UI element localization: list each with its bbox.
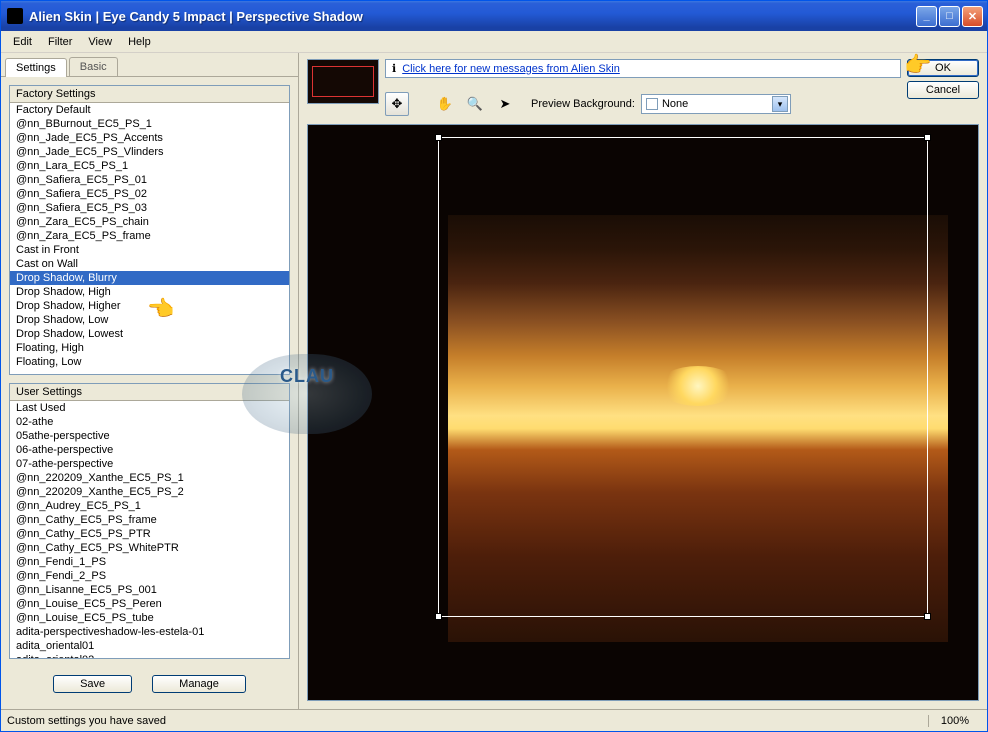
list-item[interactable]: @nn_BBurnout_EC5_PS_1 — [10, 117, 289, 131]
app-icon — [7, 8, 23, 24]
selection-box[interactable] — [438, 137, 928, 617]
list-item[interactable]: adita-perspectiveshadow-les-estela-01 — [10, 625, 289, 639]
list-item[interactable]: @nn_Louise_EC5_PS_Peren — [10, 597, 289, 611]
factory-settings-header: Factory Settings — [10, 86, 289, 103]
manage-button[interactable]: Manage — [152, 675, 246, 693]
window-title: Alien Skin | Eye Candy 5 Impact | Perspe… — [29, 9, 916, 24]
status-text: Custom settings you have saved — [7, 715, 928, 727]
handle-br[interactable] — [924, 613, 931, 620]
list-item[interactable]: @nn_220209_Xanthe_EC5_PS_2 — [10, 485, 289, 499]
preview-bg-combo[interactable]: None ▾ — [641, 94, 791, 114]
chevron-down-icon: ▾ — [772, 96, 788, 112]
list-item[interactable]: adita_oriental01 — [10, 639, 289, 653]
right-panel: ℹ Click here for new messages from Alien… — [299, 53, 987, 709]
factory-settings-box: Factory Settings Factory Default@nn_BBur… — [9, 85, 290, 375]
arrow-icon: ➤ — [500, 96, 511, 112]
list-item[interactable]: @nn_Zara_EC5_PS_frame — [10, 229, 289, 243]
list-item[interactable]: 06-athe-perspective — [10, 443, 289, 457]
list-item[interactable]: 05athe-perspective — [10, 429, 289, 443]
zoom-level: 100% — [928, 715, 981, 727]
tab-basic[interactable]: Basic — [69, 57, 118, 76]
move-icon: ✥ — [392, 96, 403, 112]
user-settings-box: User Settings Last Used02-athe05athe-per… — [9, 383, 290, 659]
maximize-button[interactable]: □ — [939, 6, 960, 27]
menu-filter[interactable]: Filter — [40, 34, 80, 50]
list-item[interactable]: adita_oriental02 — [10, 653, 289, 658]
list-item[interactable]: @nn_Jade_EC5_PS_Vlinders — [10, 145, 289, 159]
list-item[interactable]: Drop Shadow, Blurry — [10, 271, 289, 285]
list-item[interactable]: Drop Shadow, Lowest — [10, 327, 289, 341]
tabs: Settings Basic — [1, 53, 298, 77]
list-item[interactable]: 07-athe-perspective — [10, 457, 289, 471]
zoom-icon: 🔍 — [467, 96, 483, 112]
list-item[interactable]: Drop Shadow, Low — [10, 313, 289, 327]
factory-settings-list[interactable]: Factory Default@nn_BBurnout_EC5_PS_1@nn_… — [10, 103, 289, 374]
maximize-icon: □ — [946, 10, 953, 22]
user-settings-list[interactable]: Last Used02-athe05athe-perspective06-ath… — [10, 401, 289, 658]
list-item[interactable]: @nn_Lara_EC5_PS_1 — [10, 159, 289, 173]
list-item[interactable]: Floating, High — [10, 341, 289, 355]
menu-view[interactable]: View — [80, 34, 120, 50]
list-item[interactable]: @nn_Cathy_EC5_PS_frame — [10, 513, 289, 527]
left-panel: Settings Basic Factory Settings Factory … — [1, 53, 299, 709]
list-item[interactable]: @nn_Cathy_EC5_PS_WhitePTR — [10, 541, 289, 555]
list-item[interactable]: Factory Default — [10, 103, 289, 117]
cancel-button[interactable]: Cancel — [907, 81, 979, 99]
move-tool-button[interactable]: ✥ — [385, 92, 409, 116]
list-item[interactable]: Drop Shadow, Higher — [10, 299, 289, 313]
menubar: Edit Filter View Help — [1, 31, 987, 53]
transparency-swatch-icon — [646, 98, 658, 110]
user-settings-header: User Settings — [10, 384, 289, 401]
info-icon: ℹ — [392, 62, 396, 75]
menu-help[interactable]: Help — [120, 34, 159, 50]
menu-edit[interactable]: Edit — [5, 34, 40, 50]
close-icon: ✕ — [968, 10, 977, 23]
list-item[interactable]: Cast in Front — [10, 243, 289, 257]
list-item[interactable]: Last Used — [10, 401, 289, 415]
list-item[interactable]: @nn_Cathy_EC5_PS_PTR — [10, 527, 289, 541]
preview-canvas[interactable] — [307, 124, 979, 701]
list-item[interactable]: @nn_Safiera_EC5_PS_01 — [10, 173, 289, 187]
list-item[interactable]: @nn_Jade_EC5_PS_Accents — [10, 131, 289, 145]
list-item[interactable]: Drop Shadow, High — [10, 285, 289, 299]
list-item[interactable]: @nn_Lisanne_EC5_PS_001 — [10, 583, 289, 597]
list-item[interactable]: @nn_Louise_EC5_PS_tube — [10, 611, 289, 625]
list-item[interactable]: @nn_Zara_EC5_PS_chain — [10, 215, 289, 229]
hand-tool-button[interactable]: ✋ — [433, 92, 457, 116]
minimize-button[interactable]: _ — [916, 6, 937, 27]
handle-bl[interactable] — [435, 613, 442, 620]
handle-tr[interactable] — [924, 134, 931, 141]
handle-tl[interactable] — [435, 134, 442, 141]
preview-thumbnail[interactable] — [307, 59, 379, 104]
preview-bg-label: Preview Background: — [531, 98, 635, 110]
tab-settings[interactable]: Settings — [5, 58, 67, 77]
titlebar[interactable]: Alien Skin | Eye Candy 5 Impact | Perspe… — [1, 1, 987, 31]
arrow-tool-button[interactable]: ➤ — [493, 92, 517, 116]
list-item[interactable]: @nn_Safiera_EC5_PS_03 — [10, 201, 289, 215]
list-item[interactable]: 02-athe — [10, 415, 289, 429]
message-link[interactable]: Click here for new messages from Alien S… — [402, 63, 620, 75]
message-bar: ℹ Click here for new messages from Alien… — [385, 59, 901, 78]
statusbar: Custom settings you have saved 100% — [1, 709, 987, 731]
close-button[interactable]: ✕ — [962, 6, 983, 27]
list-item[interactable]: @nn_Audrey_EC5_PS_1 — [10, 499, 289, 513]
preview-bg-value: None — [662, 98, 772, 110]
list-item[interactable]: @nn_Fendi_1_PS — [10, 555, 289, 569]
ok-button[interactable]: OK — [907, 59, 979, 77]
list-item[interactable]: @nn_220209_Xanthe_EC5_PS_1 — [10, 471, 289, 485]
hand-icon: ✋ — [437, 96, 453, 112]
minimize-icon: _ — [923, 10, 929, 22]
save-button[interactable]: Save — [53, 675, 132, 693]
list-item[interactable]: @nn_Safiera_EC5_PS_02 — [10, 187, 289, 201]
list-item[interactable]: Cast on Wall — [10, 257, 289, 271]
zoom-tool-button[interactable]: 🔍 — [463, 92, 487, 116]
list-item[interactable]: @nn_Fendi_2_PS — [10, 569, 289, 583]
list-item[interactable]: Floating, Low — [10, 355, 289, 369]
